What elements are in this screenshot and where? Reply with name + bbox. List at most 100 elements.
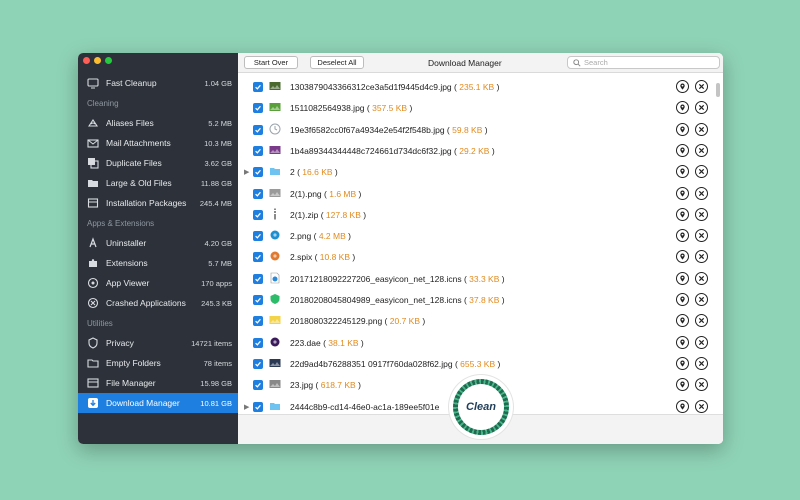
file-checkbox[interactable] xyxy=(253,295,263,305)
remove-item-button[interactable] xyxy=(695,356,708,370)
sidebar-item-aliases-files[interactable]: Aliases Files 5.2 MB xyxy=(78,113,238,133)
sidebar-item-large-old-files[interactable]: Large & Old Files 11.88 GB xyxy=(78,173,238,193)
remove-item-button[interactable] xyxy=(695,378,708,392)
remove-item-button[interactable] xyxy=(695,293,708,306)
zoom-window-button[interactable] xyxy=(105,57,112,64)
reveal-in-finder-button[interactable] xyxy=(676,378,689,392)
paren-close: ) xyxy=(356,188,362,199)
reveal-in-finder-button[interactable] xyxy=(676,207,689,221)
file-checkbox[interactable] xyxy=(253,167,263,178)
folder-icon xyxy=(87,177,99,189)
scrollbar[interactable] xyxy=(716,83,720,97)
file-name: 2(1).png xyxy=(290,188,322,199)
file-row[interactable]: 223.dae ( 38.1 KB ) xyxy=(238,333,723,354)
file-row[interactable]: 20171218092227206_easyicon_net_128.icns … xyxy=(238,269,723,290)
file-checkbox[interactable] xyxy=(253,124,263,135)
sidebar-item-fast-cleanup[interactable]: Fast Cleanup 1.04 GB xyxy=(78,73,238,93)
file-checkbox[interactable] xyxy=(253,188,263,199)
sidebar-item-label: Extensions xyxy=(106,258,148,268)
file-row[interactable]: 1b4a89344344448c724661d734dc6f32.jpg ( 2… xyxy=(238,141,723,162)
sidebar-item-extensions[interactable]: Extensions 5.7 MB xyxy=(78,253,238,273)
paren-close: ) xyxy=(407,103,413,114)
sidebar-item-privacy[interactable]: Privacy 14721 items xyxy=(78,333,238,353)
sidebar-item-mail-attachments[interactable]: Mail Attachments 10.3 MB xyxy=(78,133,238,153)
sidebar-item-duplicate-files[interactable]: Duplicate Files 3.62 GB xyxy=(78,153,238,173)
file-row[interactable]: 2.spix ( 10.8 KB ) xyxy=(238,247,723,268)
file-checkbox[interactable] xyxy=(253,273,263,284)
file-row[interactable]: 22d9ad4b76288351 0917f760da028f62.jpg ( … xyxy=(238,354,723,375)
remove-item-button[interactable] xyxy=(695,399,708,413)
file-row[interactable]: 1511082564938.jpg ( 357.5 KB ) xyxy=(238,98,723,119)
file-checkbox[interactable] xyxy=(253,209,263,220)
file-checkbox[interactable] xyxy=(253,103,263,114)
remove-item-button[interactable] xyxy=(695,335,708,349)
reveal-in-finder-button[interactable] xyxy=(676,186,689,200)
remove-item-button[interactable] xyxy=(695,143,708,157)
reveal-in-finder-button[interactable] xyxy=(676,271,689,285)
reveal-in-finder-button[interactable] xyxy=(676,165,689,179)
sidebar-item-label: Large & Old Files xyxy=(106,178,172,188)
file-checkbox[interactable] xyxy=(253,358,263,369)
file-checkbox[interactable] xyxy=(253,82,263,92)
sidebar-item-file-manager[interactable]: File Manager 15.98 GB xyxy=(78,373,238,393)
remove-item-button[interactable] xyxy=(695,165,708,179)
sidebar-item-value: 10.3 MB xyxy=(204,138,232,148)
file-checkbox[interactable] xyxy=(253,337,263,348)
reveal-in-finder-button[interactable] xyxy=(676,314,689,328)
file-row[interactable]: 20180208045804989_easyicon_net_128.icns … xyxy=(238,290,723,311)
file-row[interactable]: 2(1).zip ( 127.8 KB ) xyxy=(238,205,723,226)
file-label: 2 ( 16.6 KB ) xyxy=(290,167,338,177)
reveal-in-finder-button[interactable] xyxy=(676,143,689,157)
disclosure-triangle-icon[interactable]: ▶ xyxy=(244,403,249,411)
reveal-in-finder-button[interactable] xyxy=(676,293,689,306)
reveal-in-finder-button[interactable] xyxy=(676,356,689,370)
alias-icon xyxy=(87,117,99,129)
remove-item-button[interactable] xyxy=(695,314,708,328)
remove-item-button[interactable] xyxy=(695,80,708,93)
remove-item-button[interactable] xyxy=(695,229,708,243)
file-row[interactable]: 2(1).png ( 1.6 MB ) xyxy=(238,184,723,205)
sidebar-item-empty-folders[interactable]: Empty Folders 78 items xyxy=(78,353,238,373)
image-thumb-icon xyxy=(269,82,281,90)
file-name: 2(1).zip xyxy=(290,209,319,220)
file-checkbox[interactable] xyxy=(253,380,263,391)
deselect-all-button[interactable]: Deselect All xyxy=(310,56,364,69)
file-checkbox[interactable] xyxy=(253,401,263,412)
remove-item-button[interactable] xyxy=(695,207,708,221)
file-checkbox[interactable] xyxy=(253,316,263,327)
file-checkbox[interactable] xyxy=(253,252,263,263)
remove-item-button[interactable] xyxy=(695,271,708,285)
sidebar-item-uninstaller[interactable]: Uninstaller 4.20 GB xyxy=(78,233,238,253)
remove-item-button[interactable] xyxy=(695,101,708,115)
minimize-window-button[interactable] xyxy=(94,57,101,64)
file-checkbox[interactable] xyxy=(253,231,263,242)
reveal-in-finder-button[interactable] xyxy=(676,122,689,136)
file-row[interactable]: 2.png ( 4.2 MB ) xyxy=(238,226,723,247)
remove-item-button[interactable] xyxy=(695,250,708,264)
sidebar-item-crashed-applications[interactable]: Crashed Applications 245.3 KB xyxy=(78,293,238,313)
sidebar-item-download-manager[interactable]: Download Manager 10.81 GB xyxy=(78,393,238,413)
file-name: 20171218092227206_easyicon_net_128.icns xyxy=(290,273,462,284)
clean-button[interactable]: Clean xyxy=(458,384,504,430)
reveal-in-finder-button[interactable] xyxy=(676,399,689,413)
reveal-in-finder-button[interactable] xyxy=(676,250,689,264)
close-window-button[interactable] xyxy=(83,57,90,64)
start-over-button[interactable]: Start Over xyxy=(244,56,298,69)
file-row[interactable]: 19e3f6582cc0f67a4934e2e54f2f548b.jpg ( 5… xyxy=(238,120,723,141)
file-row[interactable]: 1303879043366312ce3a5d1f9445d4c9.jpg ( 2… xyxy=(238,77,723,98)
reveal-in-finder-button[interactable] xyxy=(676,335,689,349)
disclosure-triangle-icon[interactable]: ▶ xyxy=(244,168,249,176)
search-input[interactable] xyxy=(584,58,704,67)
search-box[interactable] xyxy=(567,56,720,69)
file-row[interactable]: ▶ 2 ( 16.6 KB ) xyxy=(238,162,723,183)
reveal-in-finder-button[interactable] xyxy=(676,101,689,115)
reveal-in-finder-button[interactable] xyxy=(676,229,689,243)
file-checkbox[interactable] xyxy=(253,145,263,156)
remove-item-button[interactable] xyxy=(695,122,708,136)
sidebar-item-installation-packages[interactable]: Installation Packages 245.4 MB xyxy=(78,193,238,213)
reveal-in-finder-button[interactable] xyxy=(676,80,689,93)
file-row[interactable]: 2018080322245129.png ( 20.7 KB ) xyxy=(238,311,723,332)
sidebar-item-app-viewer[interactable]: App Viewer 170 apps xyxy=(78,273,238,293)
circle-thumb-icon xyxy=(270,337,280,347)
remove-item-button[interactable] xyxy=(695,186,708,200)
